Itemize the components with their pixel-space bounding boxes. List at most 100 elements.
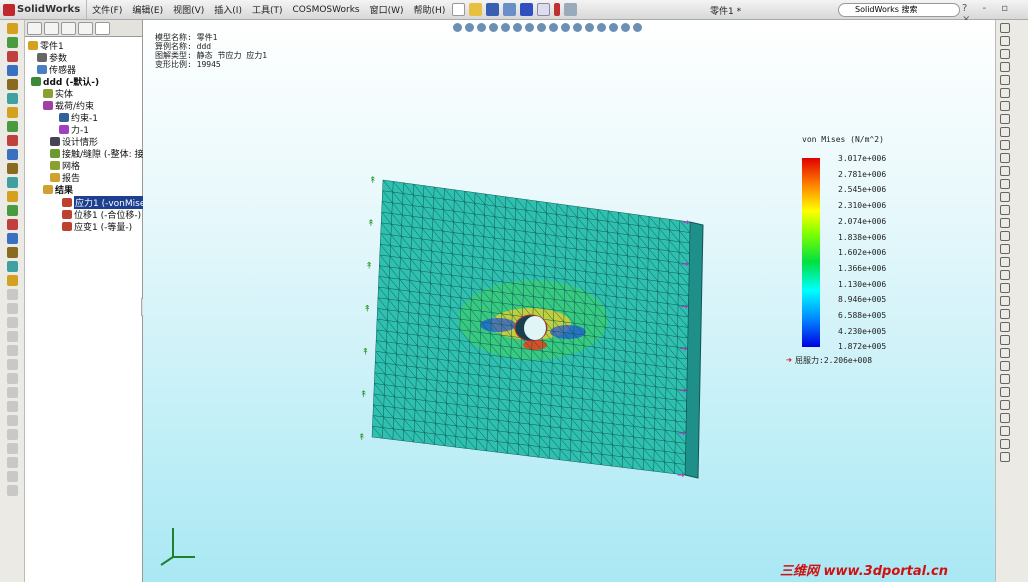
tool-icon[interactable] [7,135,18,146]
tool-icon[interactable] [7,289,18,300]
tab-dim[interactable] [78,22,93,35]
tool-icon[interactable] [7,345,18,356]
sketch-tool-icon[interactable] [1000,322,1010,332]
tool-icon[interactable] [7,205,18,216]
sketch-tool-icon[interactable] [1000,387,1010,397]
tool-icon[interactable] [7,443,18,454]
tool-icon[interactable] [7,247,18,258]
tool-icon[interactable] [7,149,18,160]
tool-icon[interactable] [7,415,18,426]
sketch-tool-icon[interactable] [1000,452,1010,462]
mesh-icon [50,161,60,170]
tool-icon[interactable] [7,303,18,314]
sketch-tool-icon[interactable] [1000,36,1010,46]
tool-icon[interactable] [7,275,18,286]
tool-icon[interactable] [7,387,18,398]
tool-icon[interactable] [7,177,18,188]
tool-icon[interactable] [7,51,18,62]
tool-icon[interactable] [7,219,18,230]
sketch-tool-icon[interactable] [1000,153,1010,163]
sketch-tool-icon[interactable] [1000,426,1010,436]
sketch-tool-icon[interactable] [1000,101,1010,111]
legend-tick: 8.946e+005 [838,295,887,305]
tool-icon[interactable] [7,429,18,440]
sketch-tool-icon[interactable] [1000,283,1010,293]
sketch-tool-icon[interactable] [1000,166,1010,176]
new-icon[interactable] [452,3,466,16]
sketch-tool-icon[interactable] [1000,413,1010,423]
menu-insert[interactable]: 插入(I) [209,3,247,16]
menu-tools[interactable]: 工具(T) [247,3,288,16]
menu-file[interactable]: 文件(F) [87,3,127,16]
menu-cosmosworks[interactable]: COSMOSWorks [288,5,365,15]
tab-feature[interactable] [27,22,42,35]
plot-icon [62,198,72,207]
tool-icon[interactable] [7,23,18,34]
tool-icon[interactable] [7,93,18,104]
sketch-tool-icon[interactable] [1000,400,1010,410]
sketch-tool-icon[interactable] [1000,374,1010,384]
sketch-tool-icon[interactable] [1000,49,1010,59]
sketch-tool-icon[interactable] [1000,192,1010,202]
sketch-tool-icon[interactable] [1000,348,1010,358]
options-icon[interactable] [564,3,578,16]
sketch-tool-icon[interactable] [1000,75,1010,85]
tool-icon[interactable] [7,373,18,384]
legend-colorbar [802,158,820,347]
undo-icon[interactable] [520,3,534,16]
sketch-tool-icon[interactable] [1000,257,1010,267]
menu-edit[interactable]: 编辑(E) [127,3,168,16]
tool-icon[interactable] [7,261,18,272]
sketch-tool-icon[interactable] [1000,140,1010,150]
sketch-tool-icon[interactable] [1000,270,1010,280]
tool-icon[interactable] [7,331,18,342]
sketch-tool-icon[interactable] [1000,114,1010,124]
tool-icon[interactable] [7,121,18,132]
tab-config[interactable] [61,22,76,35]
save-icon[interactable] [486,3,500,16]
sketch-tool-icon[interactable] [1000,439,1010,449]
sketch-tool-icon[interactable] [1000,88,1010,98]
sketch-tool-icon[interactable] [1000,231,1010,241]
tool-icon[interactable] [7,471,18,482]
graphics-viewport[interactable]: 模型名称: 零件1 算例名称: ddd 图解类型: 静态 节应力 应力1 变形比… [143,20,995,582]
tool-icon[interactable] [7,107,18,118]
tree-results[interactable]: 结果 [43,183,73,196]
tool-icon[interactable] [7,65,18,76]
fixture-arrow-icon: ↟ [367,219,375,229]
tree-strain[interactable]: 应变1 (-等量-) [62,220,132,233]
tool-icon[interactable] [7,37,18,48]
tool-icon[interactable] [7,485,18,496]
tool-icon[interactable] [7,163,18,174]
tool-icon[interactable] [7,79,18,90]
search-input[interactable]: SolidWorks 搜索 [838,3,960,17]
sketch-tool-icon[interactable] [1000,179,1010,189]
sketch-tool-icon[interactable] [1000,335,1010,345]
tool-icon[interactable] [7,359,18,370]
select-icon[interactable] [537,3,551,16]
rebuild-icon[interactable] [554,3,561,16]
tab-cosmos[interactable] [95,22,110,35]
tool-icon[interactable] [7,233,18,244]
open-icon[interactable] [469,3,483,16]
sketch-tool-icon[interactable] [1000,127,1010,137]
menu-view[interactable]: 视图(V) [168,3,209,16]
tool-icon[interactable] [7,457,18,468]
sketch-tool-icon[interactable] [1000,361,1010,371]
tool-icon[interactable] [7,317,18,328]
tab-property[interactable] [44,22,59,35]
menu-help[interactable]: 帮助(H) [409,3,451,16]
solidworks-logo[interactable]: SolidWorks [0,0,88,19]
print-icon[interactable] [503,3,517,16]
sketch-tool-icon[interactable] [1000,23,1010,33]
tool-icon[interactable] [7,191,18,202]
yield-strength: ➔ 屈服力:2.206e+008 [786,355,872,366]
sketch-tool-icon[interactable] [1000,218,1010,228]
menu-window[interactable]: 窗口(W) [365,3,409,16]
sketch-tool-icon[interactable] [1000,62,1010,72]
sketch-tool-icon[interactable] [1000,244,1010,254]
sketch-tool-icon[interactable] [1000,309,1010,319]
tool-icon[interactable] [7,401,18,412]
sketch-tool-icon[interactable] [1000,205,1010,215]
sketch-tool-icon[interactable] [1000,296,1010,306]
